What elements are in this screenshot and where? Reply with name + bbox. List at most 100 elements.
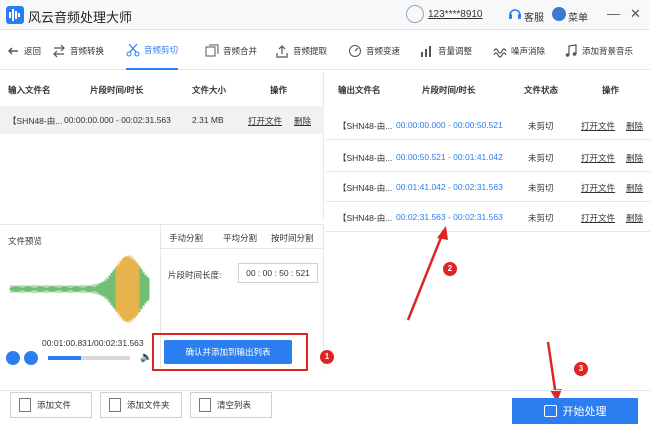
- delete-link[interactable]: 删除: [626, 212, 643, 224]
- tool-audio-extract[interactable]: 音频提取: [275, 32, 327, 70]
- speed-icon: [349, 45, 361, 57]
- annotation-badge: 3: [574, 362, 588, 376]
- open-file-link[interactable]: 打开文件: [581, 120, 615, 132]
- playback-slider[interactable]: [48, 356, 130, 360]
- output-file-table: 输出文件名 片段时间/时长 文件状态 操作 【SHN48-由... 00:00:…: [326, 72, 650, 390]
- pause-button[interactable]: [6, 351, 20, 365]
- file-name: 【SHN48-由...: [8, 116, 63, 126]
- clear-list-button[interactable]: 清空列表: [190, 392, 272, 418]
- minimize-icon[interactable]: —: [607, 6, 620, 21]
- playback-time: 00:01:00.831/00:02:31.563: [42, 338, 144, 348]
- delete-link[interactable]: 删除: [294, 115, 311, 127]
- tool-label: 添加背景音乐: [582, 46, 634, 56]
- volume-icon[interactable]: 🔈: [140, 352, 152, 363]
- trash-icon: [199, 398, 211, 412]
- file-range: 00:01:41.042 - 00:02:31.563: [396, 182, 503, 192]
- file-status: 未剪切: [528, 183, 554, 193]
- header-input-name: 输入文件名: [8, 85, 51, 95]
- scissors-icon: [126, 43, 140, 57]
- title-bar: 风云音频处理大师 123****8910 客服 菜单 — ✕: [0, 0, 650, 30]
- menu-icon[interactable]: [552, 7, 566, 21]
- app-title: 风云音频处理大师: [28, 10, 133, 25]
- delete-link[interactable]: 删除: [626, 152, 643, 164]
- preview-label: 文件预览: [8, 236, 43, 246]
- avatar[interactable]: [406, 5, 424, 23]
- delete-link[interactable]: 删除: [626, 182, 643, 194]
- delete-link[interactable]: 删除: [626, 120, 643, 132]
- file-name: 【SHN48-由...: [338, 121, 393, 131]
- app-logo-icon: [6, 6, 24, 24]
- annotation-highlight-box: [152, 333, 308, 371]
- tool-label: 音量调整: [438, 46, 473, 56]
- open-file-link[interactable]: 打开文件: [581, 152, 615, 164]
- merge-icon: [205, 44, 219, 57]
- tab-time-split[interactable]: 按时间分割: [271, 232, 314, 244]
- headset-icon[interactable]: [508, 7, 522, 21]
- open-file-link[interactable]: 打开文件: [581, 182, 615, 194]
- file-status: 未剪切: [528, 121, 554, 131]
- tool-label: 音频变速: [366, 46, 401, 56]
- header-range: 片段时间/时长: [90, 85, 144, 95]
- file-icon: [19, 398, 31, 412]
- stop-button[interactable]: [24, 351, 38, 365]
- add-folder-label: 添加文件夹: [127, 400, 170, 410]
- tool-audio-merge[interactable]: 音频合并: [205, 32, 257, 70]
- file-name: 【SHN48-由...: [338, 213, 393, 223]
- open-file-link[interactable]: 打开文件: [581, 212, 615, 224]
- file-range: 00:02:31.563 - 00:02:31.563: [396, 212, 503, 222]
- table-row[interactable]: 【SHN48-由... 00:00:00.000 - 00:02:31.563 …: [0, 106, 324, 134]
- music-note-icon: [565, 44, 577, 57]
- file-range: 00:00:50.521 - 00:01:41.042: [396, 152, 503, 162]
- tab-manual-split[interactable]: 手动分割: [169, 232, 203, 244]
- tool-add-bg-music[interactable]: 添加背景音乐: [564, 32, 633, 70]
- file-status: 未剪切: [528, 153, 554, 163]
- tool-audio-cut[interactable]: 音频剪切: [126, 32, 179, 70]
- tool-label: 音频提取: [293, 46, 328, 56]
- add-file-label: 添加文件: [37, 400, 72, 410]
- file-range: 00:00:00.000 - 00:00:50.521: [396, 120, 503, 130]
- tool-label: 音频剪切: [144, 45, 179, 55]
- customer-service-link[interactable]: 客服: [524, 9, 544, 24]
- segment-length-input[interactable]: 00 : 00 : 50 : 521: [238, 263, 318, 283]
- annotation-badge: 2: [443, 262, 457, 276]
- close-icon[interactable]: ✕: [630, 6, 641, 22]
- play-icon: [543, 405, 557, 417]
- table-row[interactable]: 【SHN48-由... 00:02:31.563 - 00:02:31.563 …: [326, 202, 650, 232]
- tool-label: 音频合并: [223, 46, 258, 56]
- header-actions: 操作: [602, 85, 620, 95]
- add-folder-button[interactable]: 添加文件夹: [100, 392, 182, 418]
- table-row[interactable]: 【SHN48-由... 00:00:00.000 - 00:00:50.521 …: [326, 110, 650, 140]
- annotation-badge: 1: [320, 350, 334, 364]
- playback-progress: [48, 356, 81, 360]
- open-file-link[interactable]: 打开文件: [248, 115, 282, 127]
- tool-audio-speed[interactable]: 音频变速: [348, 32, 400, 70]
- file-name: 【SHN48-由...: [338, 183, 393, 193]
- add-file-button[interactable]: 添加文件: [10, 392, 92, 418]
- tab-average-split[interactable]: 平均分割: [223, 232, 257, 244]
- start-processing-button[interactable]: 开始处理: [512, 398, 638, 424]
- table-row[interactable]: 【SHN48-由... 00:01:41.042 - 00:02:31.563 …: [326, 172, 650, 202]
- output-table-header: 输出文件名 片段时间/时长 文件状态 操作: [326, 72, 650, 106]
- tool-label: 返回: [24, 46, 42, 56]
- menu-link[interactable]: 菜单: [568, 9, 588, 24]
- tool-volume-adjust[interactable]: 音量调整: [420, 32, 472, 70]
- input-table-header: 输入文件名 片段时间/时长 文件大小 操作: [0, 72, 323, 106]
- table-row[interactable]: 【SHN48-由... 00:00:50.521 - 00:01:41.042 …: [326, 142, 650, 172]
- user-account-link[interactable]: 123****8910: [428, 9, 483, 20]
- file-status: 未剪切: [528, 213, 554, 223]
- waveform: [9, 255, 150, 323]
- header-range: 片段时间/时长: [422, 85, 476, 95]
- header-output-name: 输出文件名: [338, 85, 381, 95]
- tool-noise-removal[interactable]: 噪声消除: [493, 32, 545, 70]
- file-range: 00:00:00.000 - 00:02:31.563: [64, 115, 171, 125]
- clear-list-label: 清空列表: [217, 400, 252, 410]
- header-actions: 操作: [270, 85, 288, 95]
- tool-back[interactable]: 返回: [6, 32, 41, 70]
- tool-label: 噪声消除: [511, 46, 546, 56]
- split-mode-tabs: 手动分割 平均分割 按时间分割: [161, 225, 324, 249]
- tool-audio-convert[interactable]: 音频转换: [52, 32, 104, 70]
- file-name: 【SHN48-由...: [338, 153, 393, 163]
- tool-label: 音频转换: [70, 46, 105, 56]
- start-label: 开始处理: [562, 406, 607, 418]
- convert-icon: [53, 44, 65, 58]
